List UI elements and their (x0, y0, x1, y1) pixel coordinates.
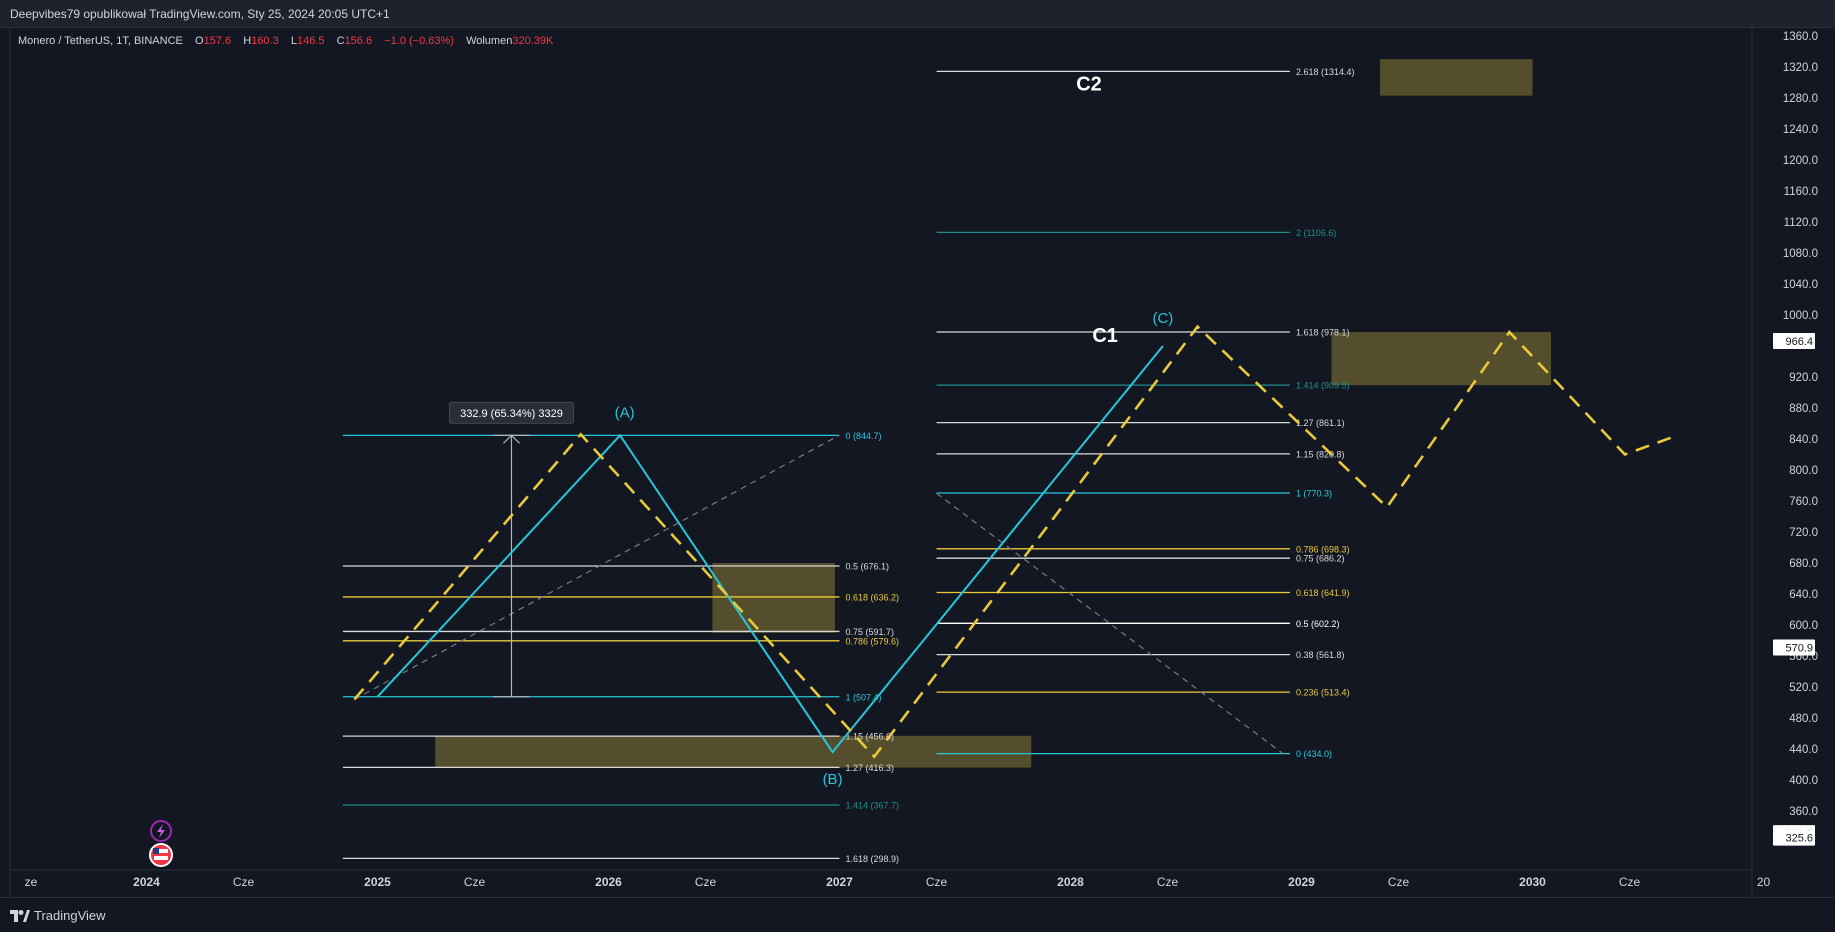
fib2-level-label: 0.38 (561.8) (1296, 650, 1345, 660)
price-tick-label: 720.0 (1789, 527, 1818, 539)
wave-label-c1: C1 (1092, 325, 1118, 347)
fib2-level-label: 1.27 (861.1) (1296, 418, 1345, 428)
time-tick-label: 2029 (1288, 875, 1315, 889)
target-zone (1331, 332, 1551, 386)
price-tick-label: 1160.0 (1784, 186, 1818, 198)
fib1-level-label: 1.27 (416.3) (846, 763, 895, 773)
price-tick-label: 1080.0 (1783, 248, 1818, 260)
price-tick-label: 1200.0 (1783, 155, 1818, 167)
publisher-line: Deepvibes79 opublikował TradingView.com,… (10, 7, 390, 21)
price-tick-label: 800.0 (1789, 465, 1818, 477)
tradingview-logo[interactable]: TradingView (10, 908, 106, 923)
measure-label: 332.9 (65.34%) 3329 (460, 408, 563, 420)
time-tick-label: Cze (233, 875, 255, 889)
price-tick-label: 1000.0 (1783, 310, 1818, 322)
wave-labels: (A) (B) (C) C1 C2 (615, 73, 1174, 788)
fib2-level-label: 2.618 (1314.4) (1296, 67, 1355, 77)
fib2-level-label: 0.618 (641.9) (1296, 588, 1350, 598)
fib1-level-label: 1.618 (298.9) (846, 854, 900, 864)
fib2-level-label: 1.414 (909.5) (1296, 381, 1350, 391)
price-tick-label: 480.0 (1789, 713, 1818, 725)
fib1-level-label: 0.618 (636.2) (846, 592, 900, 602)
fib2-level-label: 0.5 (602.2) (1296, 619, 1340, 629)
price-tick-label: 400.0 (1789, 775, 1818, 787)
time-axis[interactable]: ze 2024 Cze 2025 Cze 2026 Cze 2027 Cze 2028 Cze 202… (25, 875, 1771, 889)
fib2-level-label: 1.15 (820.8) (1296, 449, 1345, 459)
wave-label-c: (C) (1152, 310, 1173, 327)
fib1-level-label: 0.786 (579.6) (846, 636, 900, 646)
time-tick-label: 2030 (1519, 875, 1546, 889)
target-zone (435, 735, 1032, 768)
flag-icon[interactable] (149, 843, 173, 867)
footer-bar: TradingView (0, 897, 1835, 932)
price-badge-label: 966.4 (1785, 336, 1813, 348)
price-tick-label: 880.0 (1789, 403, 1818, 415)
price-tick-label: 360.0 (1789, 806, 1818, 818)
flag-canton (153, 848, 159, 854)
wave-label-b: (B) (823, 771, 843, 788)
price-tick-label: 1360.0 (1783, 31, 1818, 43)
zones (435, 59, 1551, 768)
price-tick-label: 1280.0 (1783, 93, 1818, 105)
price-tick-label: 520.0 (1789, 682, 1818, 694)
price-tick-label: 920.0 (1789, 372, 1818, 384)
fib1-level-label: 0.5 (676.1) (846, 562, 890, 572)
price-badge-label: 570.9 (1785, 643, 1813, 655)
wave-label-c2: C2 (1076, 73, 1102, 95)
fib2-level-label: 1.618 (978.1) (1296, 327, 1350, 337)
fib2-level-label: 1 (770.3) (1296, 489, 1332, 499)
time-tick-label: 2025 (364, 875, 391, 889)
time-tick-label: 2027 (826, 875, 853, 889)
sidebar-icons (149, 820, 173, 867)
price-tick-label: 680.0 (1789, 558, 1818, 570)
time-tick-label: Cze (1619, 875, 1641, 889)
price-tick-label: 760.0 (1789, 496, 1818, 508)
time-tick-label: 2024 (133, 875, 160, 889)
price-tick-label: 1120.0 (1784, 217, 1818, 229)
publisher-bar: Deepvibes79 opublikował TradingView.com,… (0, 0, 1835, 28)
time-tick-label: Cze (1157, 875, 1179, 889)
price-tick-label: 840.0 (1789, 434, 1818, 446)
tradingview-icon (10, 909, 30, 922)
wave-label-a: (A) (615, 404, 635, 421)
fib2-level-label: 0 (434.0) (1296, 749, 1332, 759)
price-chart[interactable]: 0 (844.7)0.5 (676.1)0.618 (636.2)0.75 (5… (0, 28, 1835, 897)
time-tick-label: Cze (464, 875, 486, 889)
time-tick-label: 2026 (595, 875, 622, 889)
price-badge-label: 325.6 (1785, 833, 1813, 845)
fib1-level-label: 1.414 (367.7) (846, 801, 900, 811)
price-tick-label: 440.0 (1789, 744, 1818, 756)
target-zone (1380, 59, 1533, 96)
fib2-level-label: 0.75 (686.2) (1296, 554, 1345, 564)
fib2-level-label: 0.236 (513.4) (1296, 688, 1350, 698)
price-tick-label: 1240.0 (1783, 124, 1818, 136)
price-tick-label: 600.0 (1789, 620, 1818, 632)
fib1-level-label: 0 (844.7) (846, 431, 882, 441)
time-tick-label: 20 (1757, 875, 1771, 889)
brand-name: TradingView (34, 908, 106, 923)
time-tick-label: Cze (926, 875, 948, 889)
target-zone (712, 563, 835, 633)
time-tick-label: 2028 (1057, 875, 1084, 889)
time-tick-label: Cze (1388, 875, 1410, 889)
price-axis[interactable]: 1360.0 1320.0 1280.0 1240.0 1200.0 1160.0 1120… (1773, 31, 1818, 846)
price-tick-label: 1040.0 (1783, 279, 1818, 291)
price-tick-label: 1320.0 (1783, 62, 1818, 74)
measure-tool[interactable]: 332.9 (65.34%) 3329 (448, 401, 574, 698)
time-tick-label: ze (25, 875, 38, 889)
price-tick-label: 640.0 (1789, 589, 1818, 601)
fib2-level-label: 2 (1106.6) (1296, 228, 1336, 238)
time-tick-label: Cze (695, 875, 717, 889)
flag-stripe (154, 856, 168, 860)
